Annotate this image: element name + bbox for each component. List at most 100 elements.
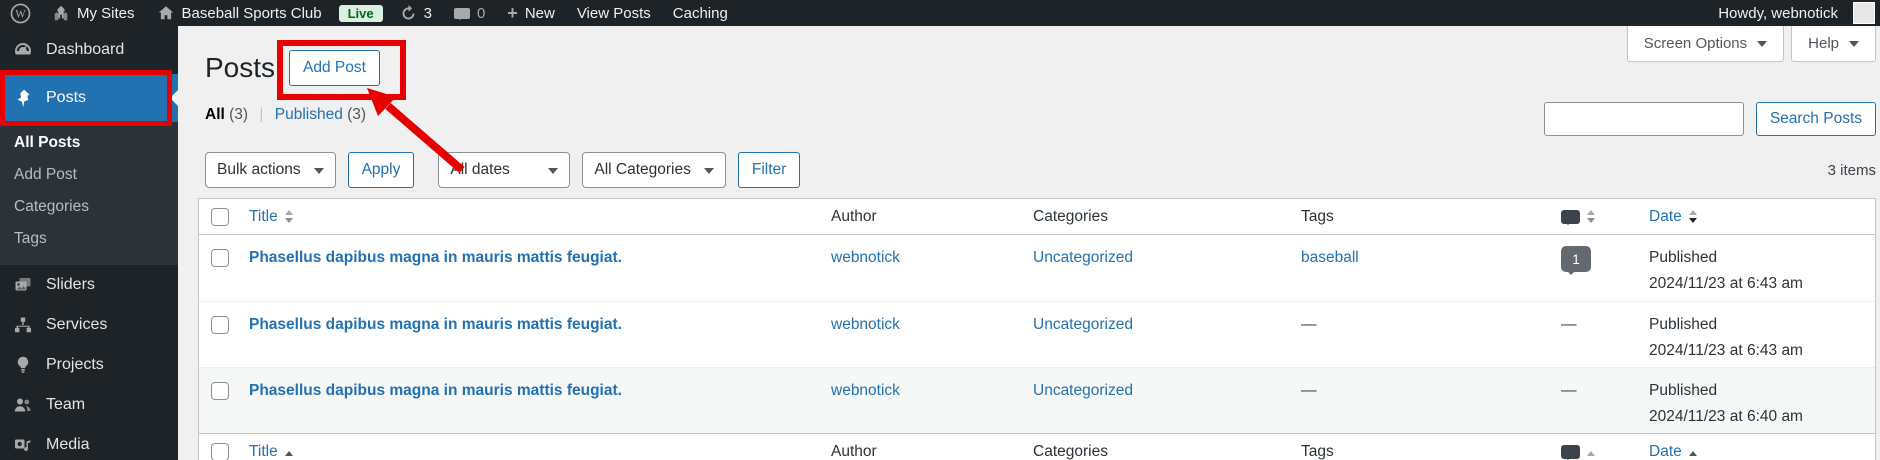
screen-options-label: Screen Options bbox=[1643, 35, 1748, 52]
search-posts-input[interactable] bbox=[1543, 102, 1744, 136]
column-footer-tags: Tags bbox=[1301, 442, 1334, 460]
media-camera-icon bbox=[12, 435, 34, 455]
view-separator: | bbox=[259, 106, 264, 123]
sidebar-item-media[interactable]: Media bbox=[0, 425, 178, 460]
sidebar-projects-label: Projects bbox=[46, 356, 104, 373]
updates-refresh-icon bbox=[400, 4, 417, 22]
admin-bar: W My Sites Baseball Sports Club Live 3 0… bbox=[0, 0, 1880, 26]
sidebar-item-team[interactable]: Team bbox=[0, 385, 178, 425]
row-checkbox[interactable] bbox=[211, 316, 229, 334]
help-label: Help bbox=[1808, 35, 1839, 52]
sidebar-item-sliders[interactable]: Sliders bbox=[0, 265, 178, 305]
row-checkbox[interactable] bbox=[211, 382, 229, 400]
sort-arrows-icon bbox=[1587, 447, 1595, 456]
site-name-menu[interactable]: Baseball Sports Club bbox=[146, 0, 333, 26]
categories-select[interactable]: All Categories bbox=[582, 152, 726, 188]
column-footer-date[interactable]: Date bbox=[1649, 443, 1682, 460]
apply-button[interactable]: Apply bbox=[347, 152, 415, 188]
comments-column-icon[interactable] bbox=[1561, 209, 1580, 225]
post-title-link[interactable]: Phasellus dapibus magna in mauris mattis… bbox=[249, 382, 622, 399]
dashboard-gauge-icon bbox=[12, 40, 34, 60]
categories-value: All Categories bbox=[594, 161, 691, 178]
active-menu-arrow bbox=[162, 90, 178, 106]
comment-count-badge[interactable]: 1 bbox=[1561, 246, 1591, 275]
view-all-link[interactable]: All bbox=[205, 106, 225, 123]
select-all-checkbox[interactable] bbox=[211, 443, 229, 460]
comments-column-icon[interactable] bbox=[1561, 444, 1580, 460]
chevron-down-icon bbox=[548, 168, 559, 179]
dates-select[interactable]: All dates bbox=[438, 152, 571, 188]
table-footer-row: Title Author Categories Tags Date bbox=[199, 433, 1875, 460]
view-filter-links: All (3) | Published (3) bbox=[205, 106, 366, 124]
table-header-row: Title Author Categories Tags Date bbox=[199, 199, 1875, 235]
admin-sidebar: Dashboard Posts All Posts Add Post Categ… bbox=[0, 26, 178, 460]
my-sites-label: My Sites bbox=[77, 4, 135, 22]
tag-link[interactable]: baseball bbox=[1301, 249, 1359, 266]
post-title-link[interactable]: Phasellus dapibus magna in mauris mattis… bbox=[249, 316, 622, 333]
sort-arrows-icon bbox=[284, 206, 293, 227]
wordpress-logo-icon: W bbox=[10, 3, 31, 23]
sidebar-item-posts[interactable]: Posts bbox=[0, 70, 178, 126]
category-link[interactable]: Uncategorized bbox=[1033, 382, 1133, 399]
post-status: Published bbox=[1649, 382, 1718, 399]
select-all-checkbox[interactable] bbox=[211, 208, 229, 226]
items-count: 3 items bbox=[1827, 161, 1876, 179]
sidebar-item-all-posts[interactable]: All Posts bbox=[0, 127, 178, 159]
user-avatar bbox=[1853, 2, 1875, 24]
sort-arrows-icon bbox=[1688, 447, 1697, 456]
all-posts-label: All Posts bbox=[14, 134, 81, 151]
view-all-count: (3) bbox=[229, 106, 249, 123]
no-comments-dash: — bbox=[1561, 382, 1577, 399]
row-checkbox[interactable] bbox=[211, 249, 229, 267]
post-status: Published bbox=[1649, 249, 1718, 266]
posts-table: Title Author Categories Tags Date Phasel… bbox=[198, 198, 1876, 460]
add-post-button[interactable]: Add Post bbox=[289, 50, 380, 86]
posts-submenu: All Posts Add Post Categories Tags bbox=[0, 122, 178, 265]
tags-label: Tags bbox=[14, 230, 47, 247]
view-published-link[interactable]: Published bbox=[275, 106, 343, 123]
new-content-menu[interactable]: + New bbox=[496, 0, 566, 26]
author-link[interactable]: webnotick bbox=[831, 249, 900, 266]
post-title-link[interactable]: Phasellus dapibus magna in mauris mattis… bbox=[249, 249, 622, 266]
bulk-actions-value: Bulk actions bbox=[217, 161, 301, 178]
my-account-menu[interactable]: Howdy, webnotick bbox=[1707, 0, 1880, 26]
howdy-label: Howdy, webnotick bbox=[1718, 4, 1838, 22]
author-link[interactable]: webnotick bbox=[831, 316, 900, 333]
sidebar-item-services[interactable]: Services bbox=[0, 305, 178, 345]
no-comments-dash: — bbox=[1561, 316, 1577, 333]
author-link[interactable]: webnotick bbox=[831, 382, 900, 399]
column-header-author: Author bbox=[831, 207, 877, 225]
sidebar-item-categories[interactable]: Categories bbox=[0, 191, 178, 223]
sidebar-item-tags[interactable]: Tags bbox=[0, 223, 178, 255]
category-link[interactable]: Uncategorized bbox=[1033, 249, 1133, 266]
dates-value: All dates bbox=[450, 161, 510, 178]
sidebar-team-label: Team bbox=[46, 396, 86, 413]
caching-menu[interactable]: Caching bbox=[662, 0, 739, 26]
column-header-title[interactable]: Title bbox=[249, 208, 278, 226]
bulk-actions-select[interactable]: Bulk actions bbox=[205, 152, 336, 188]
plus-icon: + bbox=[507, 3, 518, 23]
search-posts-button[interactable]: Search Posts bbox=[1755, 102, 1876, 136]
table-row: Phasellus dapibus magna in mauris mattis… bbox=[199, 301, 1875, 367]
chevron-down-icon bbox=[313, 168, 324, 179]
sort-arrows-icon bbox=[1587, 206, 1595, 227]
add-post-label: Add Post bbox=[14, 166, 77, 183]
updates-menu[interactable]: 3 bbox=[389, 0, 443, 26]
page-title: Posts bbox=[205, 52, 276, 83]
view-posts-menu[interactable]: View Posts bbox=[566, 0, 662, 26]
help-button[interactable]: Help bbox=[1791, 26, 1876, 62]
filter-button[interactable]: Filter bbox=[737, 152, 801, 188]
team-people-icon bbox=[12, 395, 34, 415]
column-header-tags: Tags bbox=[1301, 207, 1334, 225]
comments-menu[interactable]: 0 bbox=[443, 0, 496, 26]
screen-options-button[interactable]: Screen Options bbox=[1626, 26, 1785, 62]
column-footer-title[interactable]: Title bbox=[249, 443, 278, 460]
my-sites-menu[interactable]: My Sites bbox=[41, 0, 146, 26]
category-link[interactable]: Uncategorized bbox=[1033, 316, 1133, 333]
sidebar-item-dashboard[interactable]: Dashboard bbox=[0, 26, 178, 74]
wordpress-logo-menu[interactable]: W bbox=[0, 0, 41, 26]
caching-label: Caching bbox=[672, 4, 728, 22]
sidebar-item-add-post[interactable]: Add Post bbox=[0, 159, 178, 191]
column-header-date[interactable]: Date bbox=[1649, 208, 1682, 226]
sidebar-item-projects[interactable]: Projects bbox=[0, 345, 178, 385]
